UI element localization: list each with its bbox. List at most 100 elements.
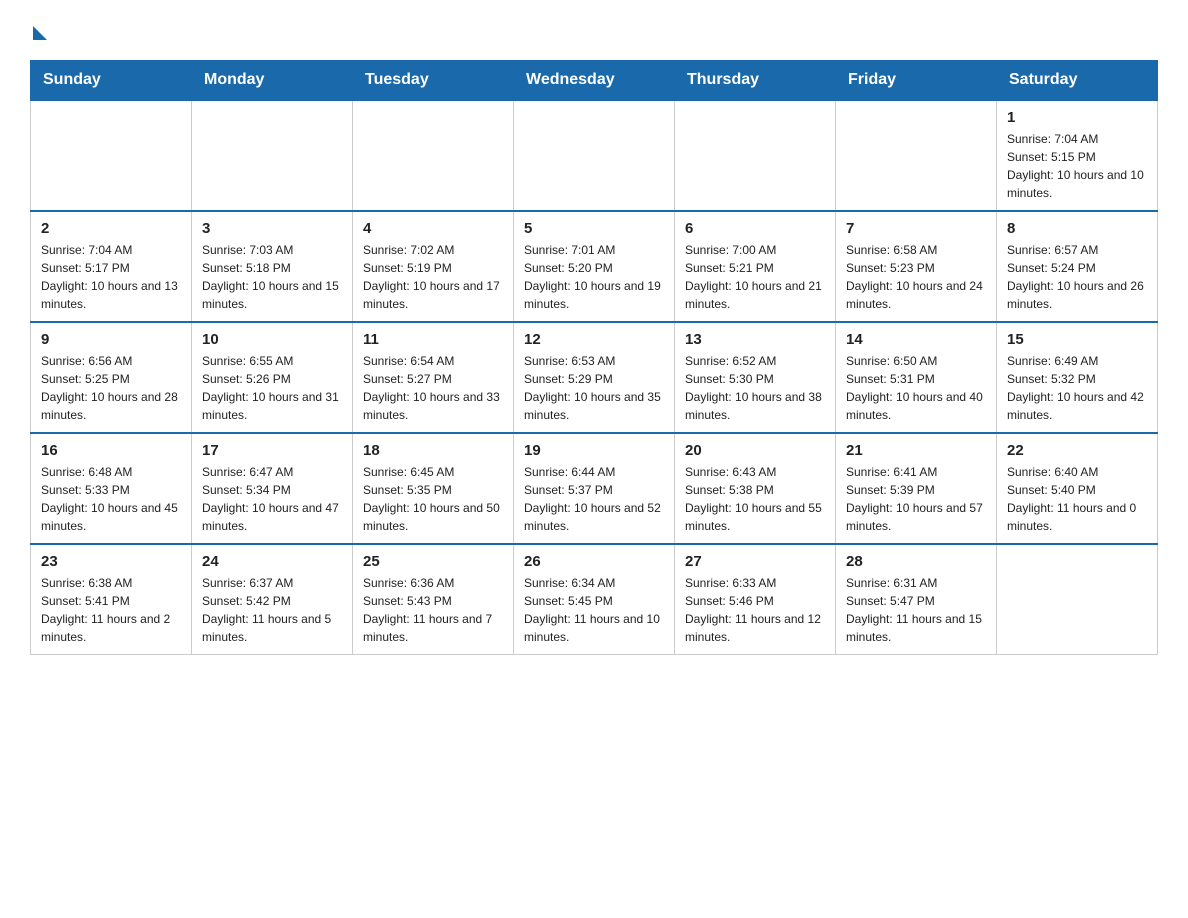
day-info: Sunrise: 6:49 AM Sunset: 5:32 PM Dayligh…: [1007, 352, 1147, 424]
day-number: 16: [41, 442, 181, 459]
day-number: 22: [1007, 442, 1147, 459]
calendar-cell: 11Sunrise: 6:54 AM Sunset: 5:27 PM Dayli…: [353, 322, 514, 433]
day-info: Sunrise: 6:57 AM Sunset: 5:24 PM Dayligh…: [1007, 241, 1147, 313]
day-info: Sunrise: 7:03 AM Sunset: 5:18 PM Dayligh…: [202, 241, 342, 313]
calendar-cell: 10Sunrise: 6:55 AM Sunset: 5:26 PM Dayli…: [192, 322, 353, 433]
day-info: Sunrise: 6:43 AM Sunset: 5:38 PM Dayligh…: [685, 463, 825, 535]
day-info: Sunrise: 7:02 AM Sunset: 5:19 PM Dayligh…: [363, 241, 503, 313]
day-of-week-header: Monday: [192, 61, 353, 101]
day-info: Sunrise: 6:52 AM Sunset: 5:30 PM Dayligh…: [685, 352, 825, 424]
calendar-week-row: 9 Sunrise: 6:56 AM Sunset: 5:25 PM Daylig…: [31, 322, 1158, 433]
logo: [30, 20, 47, 40]
calendar-cell: 2 Sunrise: 7:04 AM Sunset: 5:17 PM Daylig…: [31, 211, 192, 322]
day-info: Sunrise: 6:58 AM Sunset: 5:23 PM Dayligh…: [846, 241, 986, 313]
day-of-week-header: Sunday: [31, 61, 192, 101]
page-header: [30, 20, 1158, 40]
calendar-cell: 23 Sunrise: 6:38 AM Sunset: 5:41 PM Dayli…: [31, 544, 192, 655]
day-number: 7: [846, 220, 986, 237]
day-info: Sunrise: 6:36 AM Sunset: 5:43 PM Dayligh…: [363, 574, 503, 646]
day-info: Sunrise: 6:54 AM Sunset: 5:27 PM Dayligh…: [363, 352, 503, 424]
calendar-cell: 5 Sunrise: 7:01 AM Sunset: 5:20 PM Daylig…: [514, 211, 675, 322]
day-number: 8: [1007, 220, 1147, 237]
day-number: 4: [363, 220, 503, 237]
day-info: Sunrise: 6:45 AM Sunset: 5:35 PM Dayligh…: [363, 463, 503, 535]
day-of-week-header: Tuesday: [353, 61, 514, 101]
calendar-cell: 16 Sunrise: 6:48 AM Sunset: 5:33 PM Dayli…: [31, 433, 192, 544]
calendar-week-row: 16 Sunrise: 6:48 AM Sunset: 5:33 PM Dayli…: [31, 433, 1158, 544]
calendar-cell: 27 Sunrise: 6:33 AM Sunset: 5:46 PM Dayli…: [675, 544, 836, 655]
day-info: Sunrise: 7:00 AM Sunset: 5:21 PM Dayligh…: [685, 241, 825, 313]
calendar-cell: 19 Sunrise: 6:44 AM Sunset: 5:37 PM Dayli…: [514, 433, 675, 544]
day-number: 23: [41, 553, 181, 570]
day-number: 15: [1007, 331, 1147, 348]
day-info: Sunrise: 6:41 AM Sunset: 5:39 PM Dayligh…: [846, 463, 986, 535]
calendar-cell: 14 Sunrise: 6:50 AM Sunset: 5:31 PM Dayli…: [836, 322, 997, 433]
day-info: Sunrise: 6:44 AM Sunset: 5:37 PM Dayligh…: [524, 463, 664, 535]
day-info: Sunrise: 6:47 AM Sunset: 5:34 PM Dayligh…: [202, 463, 342, 535]
day-info: Sunrise: 6:33 AM Sunset: 5:46 PM Dayligh…: [685, 574, 825, 646]
day-number: 2: [41, 220, 181, 237]
day-number: 24: [202, 553, 342, 570]
calendar-cell: [675, 100, 836, 211]
day-info: Sunrise: 6:53 AM Sunset: 5:29 PM Dayligh…: [524, 352, 664, 424]
day-number: 6: [685, 220, 825, 237]
day-info: Sunrise: 7:04 AM Sunset: 5:17 PM Dayligh…: [41, 241, 181, 313]
day-number: 25: [363, 553, 503, 570]
day-info: Sunrise: 6:31 AM Sunset: 5:47 PM Dayligh…: [846, 574, 986, 646]
day-number: 5: [524, 220, 664, 237]
calendar-cell: 12 Sunrise: 6:53 AM Sunset: 5:29 PM Dayli…: [514, 322, 675, 433]
day-number: 26: [524, 553, 664, 570]
day-number: 20: [685, 442, 825, 459]
logo-arrow-icon: [33, 26, 47, 40]
calendar-cell: [514, 100, 675, 211]
calendar-header-row: SundayMondayTuesdayWednesdayThursdayFrid…: [31, 61, 1158, 101]
calendar-cell: 22 Sunrise: 6:40 AM Sunset: 5:40 PM Dayli…: [997, 433, 1158, 544]
calendar-week-row: 1 Sunrise: 7:04 AM Sunset: 5:15 PM Daylig…: [31, 100, 1158, 211]
calendar-cell: 8 Sunrise: 6:57 AM Sunset: 5:24 PM Daylig…: [997, 211, 1158, 322]
day-number: 1: [1007, 109, 1147, 126]
day-number: 12: [524, 331, 664, 348]
calendar-cell: 4 Sunrise: 7:02 AM Sunset: 5:19 PM Daylig…: [353, 211, 514, 322]
day-number: 13: [685, 331, 825, 348]
day-number: 9: [41, 331, 181, 348]
calendar-week-row: 2 Sunrise: 7:04 AM Sunset: 5:17 PM Daylig…: [31, 211, 1158, 322]
day-number: 19: [524, 442, 664, 459]
day-info: Sunrise: 7:01 AM Sunset: 5:20 PM Dayligh…: [524, 241, 664, 313]
day-info: Sunrise: 6:40 AM Sunset: 5:40 PM Dayligh…: [1007, 463, 1147, 535]
day-info: Sunrise: 6:56 AM Sunset: 5:25 PM Dayligh…: [41, 352, 181, 424]
calendar-cell: 17 Sunrise: 6:47 AM Sunset: 5:34 PM Dayli…: [192, 433, 353, 544]
day-info: Sunrise: 6:50 AM Sunset: 5:31 PM Dayligh…: [846, 352, 986, 424]
calendar-cell: 9 Sunrise: 6:56 AM Sunset: 5:25 PM Daylig…: [31, 322, 192, 433]
day-number: 28: [846, 553, 986, 570]
day-of-week-header: Wednesday: [514, 61, 675, 101]
calendar-cell: 28 Sunrise: 6:31 AM Sunset: 5:47 PM Dayli…: [836, 544, 997, 655]
calendar-table: SundayMondayTuesdayWednesdayThursdayFrid…: [30, 60, 1158, 655]
day-number: 18: [363, 442, 503, 459]
calendar-cell: 6 Sunrise: 7:00 AM Sunset: 5:21 PM Daylig…: [675, 211, 836, 322]
calendar-cell: [192, 100, 353, 211]
calendar-cell: 13 Sunrise: 6:52 AM Sunset: 5:30 PM Dayli…: [675, 322, 836, 433]
day-info: Sunrise: 6:48 AM Sunset: 5:33 PM Dayligh…: [41, 463, 181, 535]
calendar-cell: [31, 100, 192, 211]
day-info: Sunrise: 6:37 AM Sunset: 5:42 PM Dayligh…: [202, 574, 342, 646]
day-number: 14: [846, 331, 986, 348]
day-number: 27: [685, 553, 825, 570]
calendar-cell: [997, 544, 1158, 655]
day-number: 17: [202, 442, 342, 459]
calendar-cell: 24 Sunrise: 6:37 AM Sunset: 5:42 PM Dayli…: [192, 544, 353, 655]
day-info: Sunrise: 6:38 AM Sunset: 5:41 PM Dayligh…: [41, 574, 181, 646]
calendar-cell: [353, 100, 514, 211]
calendar-cell: 25 Sunrise: 6:36 AM Sunset: 5:43 PM Dayli…: [353, 544, 514, 655]
calendar-cell: 18 Sunrise: 6:45 AM Sunset: 5:35 PM Dayli…: [353, 433, 514, 544]
day-number: 3: [202, 220, 342, 237]
day-of-week-header: Thursday: [675, 61, 836, 101]
day-info: Sunrise: 6:55 AM Sunset: 5:26 PM Dayligh…: [202, 352, 342, 424]
calendar-cell: 1 Sunrise: 7:04 AM Sunset: 5:15 PM Daylig…: [997, 100, 1158, 211]
calendar-week-row: 23 Sunrise: 6:38 AM Sunset: 5:41 PM Dayli…: [31, 544, 1158, 655]
calendar-cell: 21 Sunrise: 6:41 AM Sunset: 5:39 PM Dayli…: [836, 433, 997, 544]
calendar-cell: [836, 100, 997, 211]
day-info: Sunrise: 7:04 AM Sunset: 5:15 PM Dayligh…: [1007, 130, 1147, 202]
day-of-week-header: Friday: [836, 61, 997, 101]
calendar-cell: 3 Sunrise: 7:03 AM Sunset: 5:18 PM Daylig…: [192, 211, 353, 322]
day-number: 21: [846, 442, 986, 459]
